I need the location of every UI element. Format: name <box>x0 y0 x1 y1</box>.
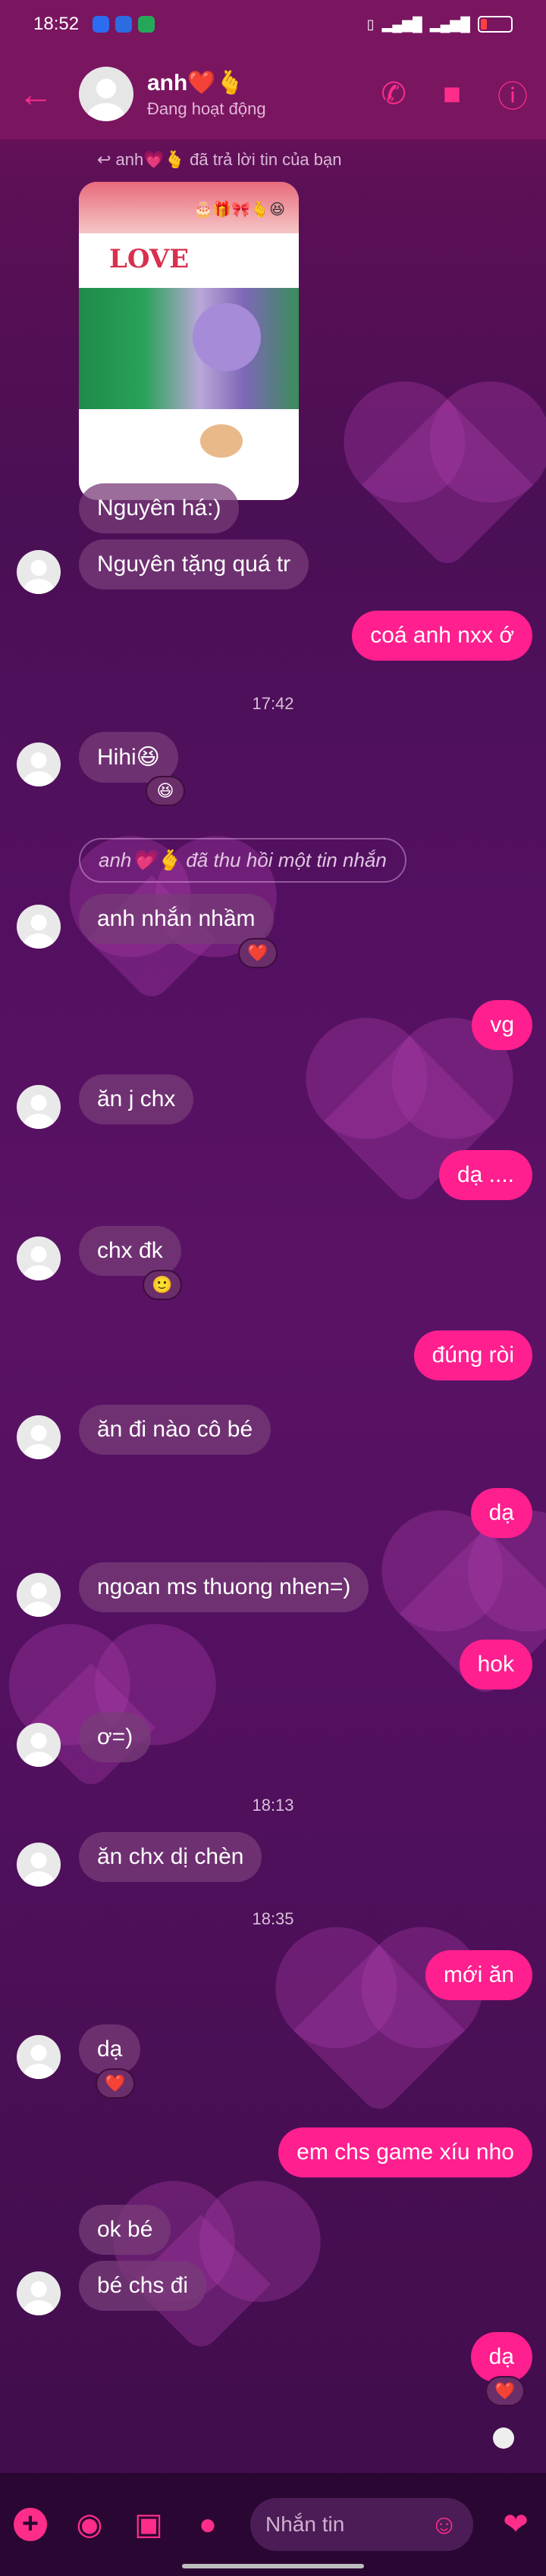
message-in[interactable]: Nguyên tặng quá tr <box>79 539 309 589</box>
message-in[interactable]: ăn chx dị chèn <box>79 1832 262 1882</box>
recalled-message-note: anh💗🫰 đã thu hồi một tin nhắn <box>79 838 406 883</box>
message-in[interactable]: ăn đi nào cô bé <box>79 1405 271 1455</box>
avatar[interactable] <box>17 1415 61 1459</box>
heart-react-icon[interactable]: ❤ <box>499 2507 532 2542</box>
message-out[interactable]: mới ăn <box>425 1950 532 2000</box>
app-notification-icon <box>138 16 155 33</box>
image-icon[interactable]: ▣ <box>132 2507 165 2542</box>
status-bar: 18:52 ▯ ▂▄▆█ ▂▄▆█ <box>0 0 546 48</box>
message-input[interactable]: Nhắn tin ☺ <box>250 2498 473 2551</box>
message-out[interactable]: dạ .... <box>438 1150 532 1200</box>
sticker-image[interactable]: 🎂🎁🎀🫰😆 LOVE <box>79 182 299 500</box>
header-actions: ✆ ■ ⓘ <box>381 72 528 116</box>
message-out[interactable]: dạ <box>470 1488 532 1538</box>
signal-icon: ▂▄▆█ <box>429 16 470 32</box>
contact-avatar[interactable] <box>79 67 133 121</box>
message-in[interactable]: ok bé <box>79 2205 171 2255</box>
microphone-icon[interactable]: ● <box>191 2508 224 2542</box>
contact-name: anh❤️🫰 <box>147 70 245 95</box>
info-icon[interactable]: ⓘ <box>497 72 528 116</box>
timestamp: 18:35 <box>252 1909 294 1928</box>
message-out[interactable]: đúng ròi <box>413 1330 532 1380</box>
reaction-badge[interactable]: ❤️ <box>485 2376 525 2406</box>
reaction-badge[interactable]: 😆 <box>146 776 185 806</box>
message-out[interactable]: coá anh nxx ớ <box>352 611 532 661</box>
reaction-badge[interactable]: ❤️ <box>238 938 278 968</box>
camera-icon[interactable]: ◉ <box>73 2507 106 2542</box>
back-arrow-icon[interactable]: ← <box>18 73 64 114</box>
avatar[interactable] <box>17 2271 61 2315</box>
timestamp: 17:42 <box>252 694 294 713</box>
plus-icon[interactable]: + <box>14 2508 47 2541</box>
phone-call-icon[interactable]: ✆ <box>381 77 406 111</box>
messenger-notification-icon <box>93 16 110 33</box>
message-in[interactable]: ngoan ms thuong nhen=) <box>79 1562 369 1612</box>
avatar[interactable] <box>17 2035 61 2079</box>
emoji-icon[interactable]: ☺ <box>430 2509 458 2540</box>
video-call-icon[interactable]: ■ <box>443 77 461 111</box>
status-time: 18:52 <box>33 14 80 34</box>
home-indicator <box>182 2564 364 2568</box>
sticker-love-text: LOVE <box>109 244 190 274</box>
message-in[interactable]: Nguyên há:) <box>79 483 240 533</box>
message-out[interactable]: em chs game xíu nho <box>278 2127 532 2177</box>
chat-header: ← anh❤️🫰 Đang hoạt động ✆ ■ ⓘ <box>0 48 546 139</box>
avatar[interactable] <box>17 1843 61 1887</box>
message-out[interactable]: dạ <box>470 2332 532 2382</box>
message-placeholder: Nhắn tin <box>265 2512 345 2536</box>
message-in[interactable]: ăn j chx <box>79 1074 194 1124</box>
seen-avatar <box>493 2428 514 2449</box>
composer-bar: + ◉ ▣ ● Nhắn tin ☺ ❤ <box>0 2473 546 2576</box>
reply-note: ↩ anh💗🫰 đã trả lời tin của bạn <box>97 150 342 169</box>
message-out[interactable]: hok <box>459 1640 532 1690</box>
status-indicators: ▯ ▂▄▆█ ▂▄▆█ <box>367 16 513 33</box>
reaction-badge[interactable]: 🙂 <box>143 1270 182 1300</box>
sticker-tiny-text: 🎂🎁🎀🫰😆 <box>193 202 285 218</box>
avatar[interactable] <box>17 1723 61 1767</box>
contact-info[interactable]: anh❤️🫰 Đang hoạt động <box>147 70 266 119</box>
message-list[interactable]: ↩ anh💗🫰 đã trả lời tin của bạn 🎂🎁🎀🫰😆 LOV… <box>0 139 546 2473</box>
contact-status: Đang hoạt động <box>147 98 266 118</box>
message-in[interactable]: bé chs đi <box>79 2261 207 2311</box>
reaction-badge[interactable]: ❤️ <box>96 2068 135 2099</box>
avatar[interactable] <box>17 1085 61 1129</box>
message-in[interactable]: anh nhắn nhầm <box>79 894 274 944</box>
battery-icon <box>478 16 513 33</box>
message-in[interactable]: dạ <box>79 2024 141 2074</box>
timestamp: 18:13 <box>252 1796 294 1815</box>
message-out[interactable]: vg <box>472 1000 532 1050</box>
zalo-notification-icon <box>115 16 133 33</box>
signal-icon: ▂▄▆█ <box>381 16 422 32</box>
vibrate-icon: ▯ <box>366 16 375 32</box>
avatar[interactable] <box>17 550 61 594</box>
avatar[interactable] <box>17 742 61 786</box>
avatar[interactable] <box>17 1236 61 1280</box>
avatar[interactable] <box>17 1573 61 1617</box>
message-in[interactable]: Hihi😆 <box>79 732 178 783</box>
message-in[interactable]: ơ=) <box>79 1712 152 1762</box>
avatar[interactable] <box>17 905 61 949</box>
message-in[interactable]: chx đk <box>79 1226 181 1276</box>
